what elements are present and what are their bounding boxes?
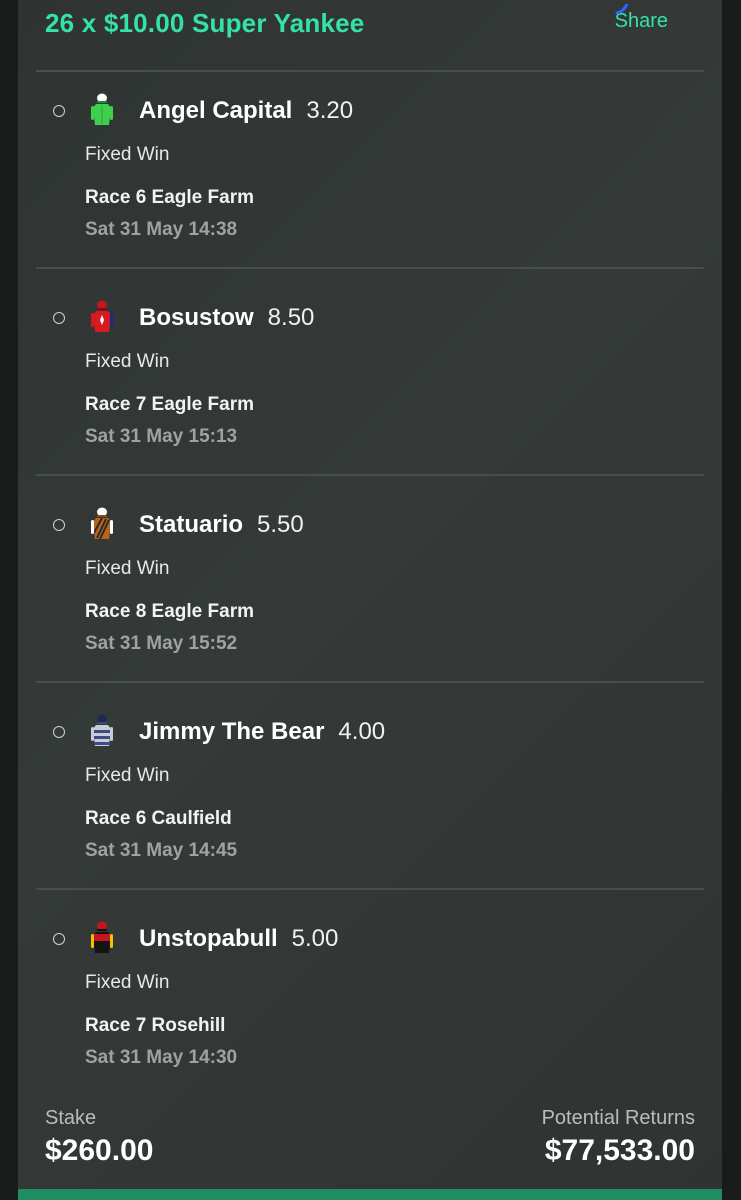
grey-hooped-silk-icon (91, 714, 113, 746)
runner-label: Statuario (139, 511, 244, 538)
bet-leg: Jimmy The Bear 4.00 Fixed Win Race 6 Caul… (18, 682, 722, 887)
bet-type: Fixed Win (85, 765, 170, 786)
bet-type: Fixed Win (85, 351, 170, 372)
runner-label: Bosustow (139, 304, 254, 331)
leg-radio[interactable] (53, 933, 65, 945)
bet-leg: Statuario 5.50 Fixed Win Race 8 Eagle Far… (18, 475, 722, 680)
runner-name: Angel Capital 3.20 (139, 97, 353, 125)
share-button[interactable]: Share (615, 4, 668, 33)
race-time: Sat 31 May 15:52 (85, 633, 238, 654)
action-bar[interactable] (18, 1189, 722, 1200)
bet-type: Fixed Win (85, 972, 170, 993)
runner-odds: 8.50 (267, 304, 315, 331)
runner-odds: 4.00 (338, 718, 386, 745)
runner-name: Unstopabull 5.00 (139, 925, 338, 953)
runner-label: Unstopabull (139, 925, 278, 952)
brown-striped-silk-icon (91, 507, 113, 540)
runner-odds: 5.00 (291, 925, 339, 952)
race-time: Sat 31 May 14:30 (85, 1047, 238, 1068)
race-name: Race 8 Eagle Farm (85, 601, 254, 622)
runner-name: Statuario 5.50 (139, 511, 304, 539)
runner-name: Bosustow 8.50 (139, 304, 314, 332)
runner-odds: 5.50 (257, 511, 304, 538)
bet-leg: Unstopabull 5.00 Fixed Win Race 7 Rosehil… (18, 889, 722, 1094)
bet-title: 26 x $10.00 Super Yankee (45, 8, 365, 38)
runner-name: Jimmy The Bear 4.00 (139, 718, 385, 746)
runner-odds: 3.20 (306, 97, 354, 124)
race-time: Sat 31 May 14:38 (85, 219, 238, 240)
race-time: Sat 31 May 15:13 (85, 426, 238, 447)
runner-label: Angel Capital (139, 97, 293, 124)
race-name: Race 6 Caulfield (85, 808, 232, 829)
bet-card: 26 x $10.00 Super Yankee Share Angel Cap… (18, 0, 722, 1200)
bet-leg: Bosustow 8.50 Fixed Win Race 7 Eagle Farm… (18, 268, 722, 473)
black-yellow-red-silk-icon (91, 921, 113, 953)
leg-radio[interactable] (53, 312, 65, 324)
race-name: Race 6 Eagle Farm (85, 187, 254, 208)
green-silk-icon (91, 93, 113, 125)
runner-label: Jimmy The Bear (139, 718, 325, 745)
race-time: Sat 31 May 14:45 (85, 840, 238, 861)
share-icon (615, 4, 629, 14)
race-name: Race 7 Eagle Farm (85, 394, 254, 415)
bet-type: Fixed Win (85, 144, 170, 165)
potential-returns-value: $77,533.00 (544, 1134, 695, 1167)
stake-value: $260.00 (45, 1134, 154, 1167)
leg-radio[interactable] (53, 105, 65, 117)
race-name: Race 7 Rosehill (85, 1015, 226, 1036)
potential-returns-label: Potential Returns (541, 1107, 695, 1129)
bet-leg: Angel Capital 3.20 Fixed Win Race 6 Eagle… (18, 71, 722, 276)
stake-label: Stake (45, 1107, 97, 1129)
bet-type: Fixed Win (85, 558, 170, 579)
leg-radio[interactable] (53, 519, 65, 531)
leg-radio[interactable] (53, 726, 65, 738)
red-silk-icon (91, 300, 113, 332)
